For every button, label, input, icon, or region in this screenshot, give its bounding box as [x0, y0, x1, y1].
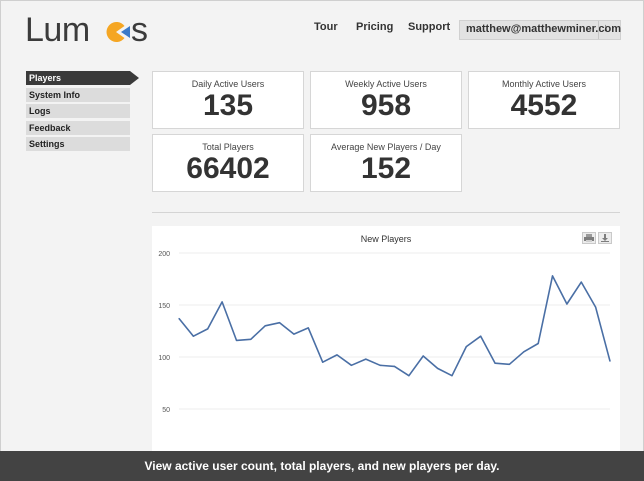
- account-menu[interactable]: matthew@matthewminer.com ↓: [459, 20, 621, 40]
- stat-card-weekly-active-users: Weekly Active Users 958: [310, 71, 462, 129]
- stat-label: Daily Active Users: [191, 79, 265, 89]
- data-point: [379, 364, 381, 366]
- data-point: [221, 301, 223, 303]
- sidebar-item-logs[interactable]: Logs: [26, 104, 130, 118]
- data-point: [408, 375, 410, 377]
- stat-label: Total Players: [202, 142, 254, 152]
- sidebar-item-feedback[interactable]: Feedback: [26, 120, 130, 135]
- chart-title: New Players: [360, 234, 412, 244]
- data-point: [595, 306, 597, 308]
- header: Lum s Tour Pricing Support matthew@matth…: [0, 0, 644, 58]
- data-point: [437, 367, 439, 370]
- sidebar-item-system-info[interactable]: System Info: [26, 87, 130, 102]
- stat-label: Average New Players / Day: [331, 142, 441, 152]
- print-icon[interactable]: [582, 232, 596, 244]
- y-tick-label: 200: [158, 251, 170, 258]
- stat-card-average-new-players: Average New Players / Day 152: [310, 134, 462, 192]
- data-point: [365, 358, 367, 360]
- y-tick-label: 50: [162, 407, 170, 414]
- nav-support-link[interactable]: Support: [408, 21, 450, 33]
- data-point: [566, 303, 568, 305]
- data-point: [609, 360, 611, 362]
- sidebar-item-players[interactable]: Players: [26, 71, 139, 85]
- data-point: [580, 281, 582, 283]
- logo-text: Lum: [25, 11, 90, 49]
- data-point: [393, 365, 396, 367]
- data-point: [480, 335, 482, 337]
- new-players-chart: 50 100 150 200 New Players: [152, 226, 620, 451]
- data-point: [278, 322, 281, 324]
- sidebar: Players System Info Logs Feedback Settin…: [26, 71, 139, 154]
- data-point: [207, 328, 209, 330]
- data-point: [250, 338, 252, 340]
- data-point: [293, 333, 295, 335]
- down-arrow-icon[interactable]: ↓: [603, 22, 609, 34]
- data-point: [235, 339, 238, 341]
- data-point: [494, 362, 496, 364]
- chart-plot: 50 100 150 200: [158, 251, 611, 414]
- stat-value: 4552: [510, 89, 578, 122]
- y-tick-label: 100: [158, 355, 170, 362]
- data-point: [350, 364, 352, 366]
- logo-pacman-icon: [106, 22, 130, 42]
- caption-bar: View active user count, total players, a…: [0, 451, 644, 481]
- stat-card-daily-active-users: Daily Active Users 135: [152, 71, 304, 129]
- nav-tour-link[interactable]: Tour: [314, 21, 338, 33]
- data-point: [537, 342, 539, 345]
- stat-value: 152: [360, 152, 412, 185]
- stat-card-monthly-active-users: Monthly Active Users 4552: [468, 71, 620, 129]
- data-point: [264, 325, 266, 327]
- sidebar-item-settings[interactable]: Settings: [26, 137, 130, 151]
- account-divider: [598, 21, 599, 39]
- data-point: [523, 351, 525, 353]
- data-point: [322, 361, 324, 363]
- y-tick-label: 150: [158, 303, 170, 310]
- stat-value: 66402: [186, 152, 270, 185]
- stat-value: 958: [360, 89, 412, 122]
- data-point: [336, 354, 338, 356]
- data-point: [192, 335, 194, 337]
- data-point: [465, 346, 467, 348]
- data-point: [551, 275, 554, 277]
- logo-text-tail: s: [131, 11, 148, 49]
- data-point: [451, 375, 453, 377]
- data-point: [178, 317, 180, 320]
- nav-pricing-link[interactable]: Pricing: [356, 21, 393, 33]
- stat-card-total-players: Total Players 66402: [152, 134, 304, 192]
- data-point: [422, 355, 424, 357]
- series-line: [178, 275, 611, 377]
- stat-value: 135: [202, 89, 254, 122]
- download-icon[interactable]: [598, 232, 612, 244]
- stat-label: Weekly Active Users: [345, 79, 427, 89]
- section-divider: [152, 212, 620, 213]
- stat-label: Monthly Active Users: [501, 79, 587, 89]
- data-point: [307, 327, 309, 329]
- data-point: [508, 363, 511, 365]
